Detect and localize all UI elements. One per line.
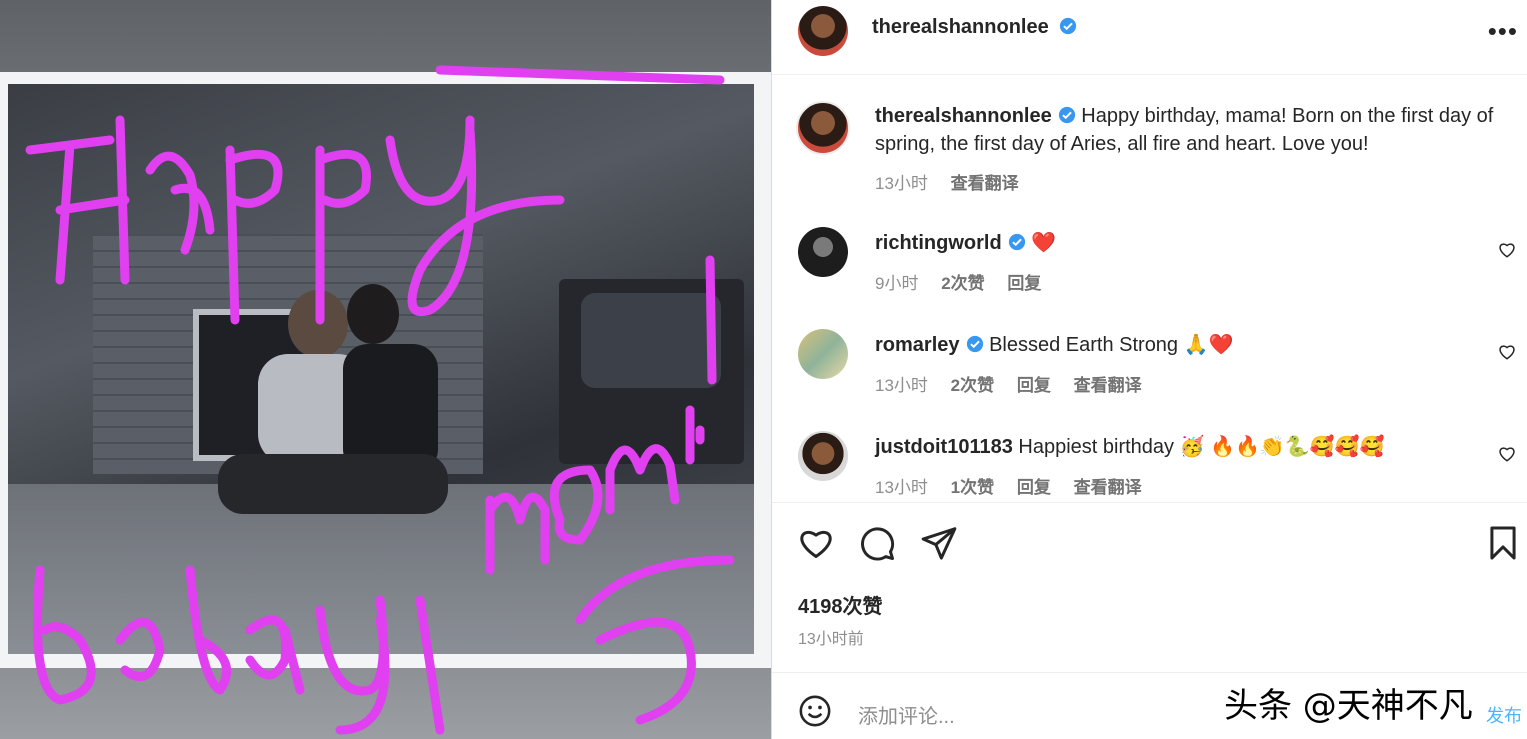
photo-handwriting xyxy=(25,65,735,735)
caption-translate-link[interactable]: 查看翻译 xyxy=(951,174,1019,193)
reply-link[interactable]: 回复 xyxy=(1017,478,1051,497)
like-count[interactable]: 4198次赞 xyxy=(798,590,883,619)
comment-username[interactable]: richtingworld xyxy=(875,232,1002,254)
comment-translate-link[interactable]: 查看翻译 xyxy=(1074,376,1142,395)
caption-username[interactable]: therealshannonlee xyxy=(875,105,1052,127)
reply-link[interactable]: 回复 xyxy=(1007,274,1041,293)
heart-icon[interactable] xyxy=(797,524,835,562)
share-icon[interactable] xyxy=(920,524,958,562)
author-avatar[interactable] xyxy=(796,101,850,155)
comment-avatar[interactable] xyxy=(798,227,848,277)
caption-time[interactable]: 13小时 xyxy=(875,174,928,193)
verified-icon xyxy=(1060,17,1077,35)
comments-list: therealshannonlee Happy birthday, mama! … xyxy=(772,75,1527,503)
comment-time[interactable]: 13小时 xyxy=(875,376,928,395)
comment-avatar[interactable] xyxy=(798,329,848,379)
verified-icon xyxy=(1058,106,1075,124)
post-comment-button[interactable]: 发布 xyxy=(1486,702,1522,728)
post-timestamp: 13小时前 xyxy=(798,631,864,648)
comment-likes[interactable]: 1次赞 xyxy=(951,478,994,497)
comment-meta: 13小时 1次赞 回复 查看翻译 xyxy=(875,473,1142,498)
comment-body: justdoit101183 Happiest birthday 🥳 🔥🔥👏🐍🥰… xyxy=(875,433,1495,461)
reply-link[interactable]: 回复 xyxy=(1017,376,1051,395)
caption-meta: 13小时 查看翻译 xyxy=(875,169,1019,194)
comment-avatar[interactable] xyxy=(798,431,848,481)
comment-heart-icon[interactable] xyxy=(1498,241,1516,259)
author-avatar[interactable] xyxy=(798,6,848,56)
comment-likes[interactable]: 2次赞 xyxy=(941,274,984,293)
comment-item: richtingworld ❤️ 9小时 2次赞 回复 xyxy=(772,223,1527,303)
author-username[interactable]: therealshannonlee xyxy=(872,16,1049,38)
comment-input[interactable]: 添加评论... xyxy=(858,700,955,729)
post-header: therealshannonlee ••• xyxy=(772,0,1527,75)
post-side-panel: therealshannonlee ••• therealshannonlee … xyxy=(771,0,1527,739)
comment-heart-icon[interactable] xyxy=(1498,445,1516,463)
comment-username[interactable]: justdoit101183 xyxy=(875,436,1013,458)
emoji-icon[interactable] xyxy=(798,694,832,728)
comment-username[interactable]: romarley xyxy=(875,334,960,356)
comment-heart-icon[interactable] xyxy=(1498,343,1516,361)
caption-text-block: therealshannonlee Happy birthday, mama! … xyxy=(875,102,1495,158)
caption-item: therealshannonlee Happy birthday, mama! … xyxy=(772,97,1527,207)
bookmark-icon[interactable] xyxy=(1484,524,1522,562)
watermark-text: 头条 @天神不凡 xyxy=(1224,686,1473,726)
comment-meta: 13小时 2次赞 回复 查看翻译 xyxy=(875,371,1142,396)
comment-body: richtingworld ❤️ xyxy=(875,229,1495,257)
comment-text: Blessed Earth Strong 🙏❤️ xyxy=(989,334,1234,356)
comment-item: romarley Blessed Earth Strong 🙏❤️ 13小时 2… xyxy=(772,325,1527,405)
post-photo[interactable] xyxy=(0,0,771,739)
more-icon[interactable]: ••• xyxy=(1488,18,1518,44)
comment-text: Happiest birthday 🥳 🔥🔥👏🐍🥰🥰🥰 xyxy=(1018,436,1385,458)
author-line: therealshannonlee xyxy=(872,16,1077,39)
comment-meta: 9小时 2次赞 回复 xyxy=(875,269,1041,294)
comment-text: ❤️ xyxy=(1031,232,1057,254)
comment-composer: 添加评论... 头条 @天神不凡 发布 xyxy=(772,672,1527,739)
comment-time[interactable]: 13小时 xyxy=(875,478,928,497)
post-actions: 4198次赞 13小时前 xyxy=(772,502,1527,673)
verified-icon xyxy=(966,335,983,353)
comment-translate-link[interactable]: 查看翻译 xyxy=(1074,478,1142,497)
verified-icon xyxy=(1008,233,1025,251)
comment-item: justdoit101183 Happiest birthday 🥳 🔥🔥👏🐍🥰… xyxy=(772,427,1527,502)
comment-likes[interactable]: 2次赞 xyxy=(951,376,994,395)
comment-icon[interactable] xyxy=(858,524,896,562)
comment-body: romarley Blessed Earth Strong 🙏❤️ xyxy=(875,331,1495,359)
comment-time[interactable]: 9小时 xyxy=(875,274,918,293)
